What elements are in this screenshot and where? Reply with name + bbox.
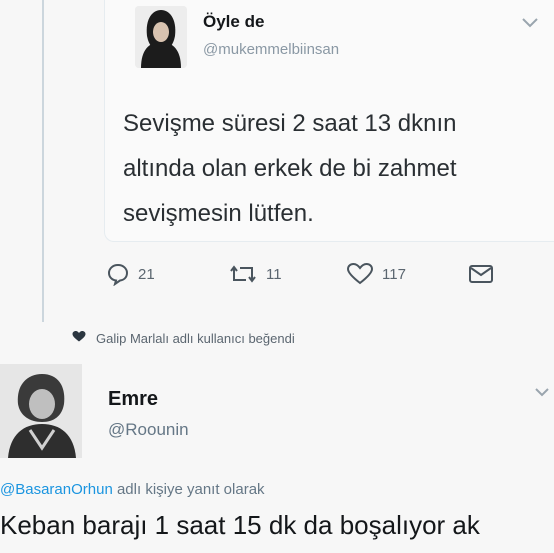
quoted-tweet-text: Sevişme süresi 2 saat 13 dknın altında o… [123, 110, 457, 227]
reply-context: @BasaranOrhun adlı kişiye yanıt olarak [0, 481, 265, 498]
like-notice: Galip Marlalı adlı kullanıcı beğendi [72, 328, 295, 348]
reply-to-suffix: adlı kişiye yanıt olarak [112, 481, 265, 498]
reply-tweet-display-name[interactable]: Emre [108, 388, 158, 411]
quoted-tweet-handle[interactable]: @mukemmelbiinsan [203, 41, 339, 58]
reply-tweet-text: Keban barajı 1 saat 15 dk da boşalıyor a… [0, 510, 480, 540]
like-notice-text: Galip Marlalı adlı kullanıcı beğendi [96, 330, 295, 346]
heart-icon [72, 330, 86, 346]
chevron-down-icon[interactable] [534, 386, 550, 398]
envelope-icon[interactable] [468, 263, 494, 285]
reply-icon[interactable] [106, 262, 130, 286]
like-action[interactable]: 117 [346, 260, 406, 288]
quoted-tweet-display-name[interactable]: Öyle de [203, 12, 264, 32]
message-action[interactable] [468, 260, 494, 288]
quoted-tweet[interactable]: Öyle de @mukemmelbiinsan Sevişme süresi … [104, 0, 554, 242]
reply-tweet-avatar[interactable] [0, 364, 82, 458]
reply-action[interactable]: 21 [106, 260, 155, 288]
thread-line [42, 0, 44, 322]
retweet-icon[interactable] [228, 262, 258, 286]
retweet-action[interactable]: 11 [228, 260, 282, 288]
reply-count: 21 [138, 265, 155, 283]
chevron-down-icon[interactable] [521, 16, 539, 28]
like-count: 117 [382, 265, 406, 283]
retweet-count: 11 [266, 265, 282, 283]
reply-to-mention-link[interactable]: @BasaranOrhun [0, 481, 113, 498]
heart-icon[interactable] [346, 262, 374, 286]
quoted-tweet-avatar[interactable] [135, 6, 187, 68]
reply-tweet-handle[interactable]: @Roounin [108, 420, 189, 440]
